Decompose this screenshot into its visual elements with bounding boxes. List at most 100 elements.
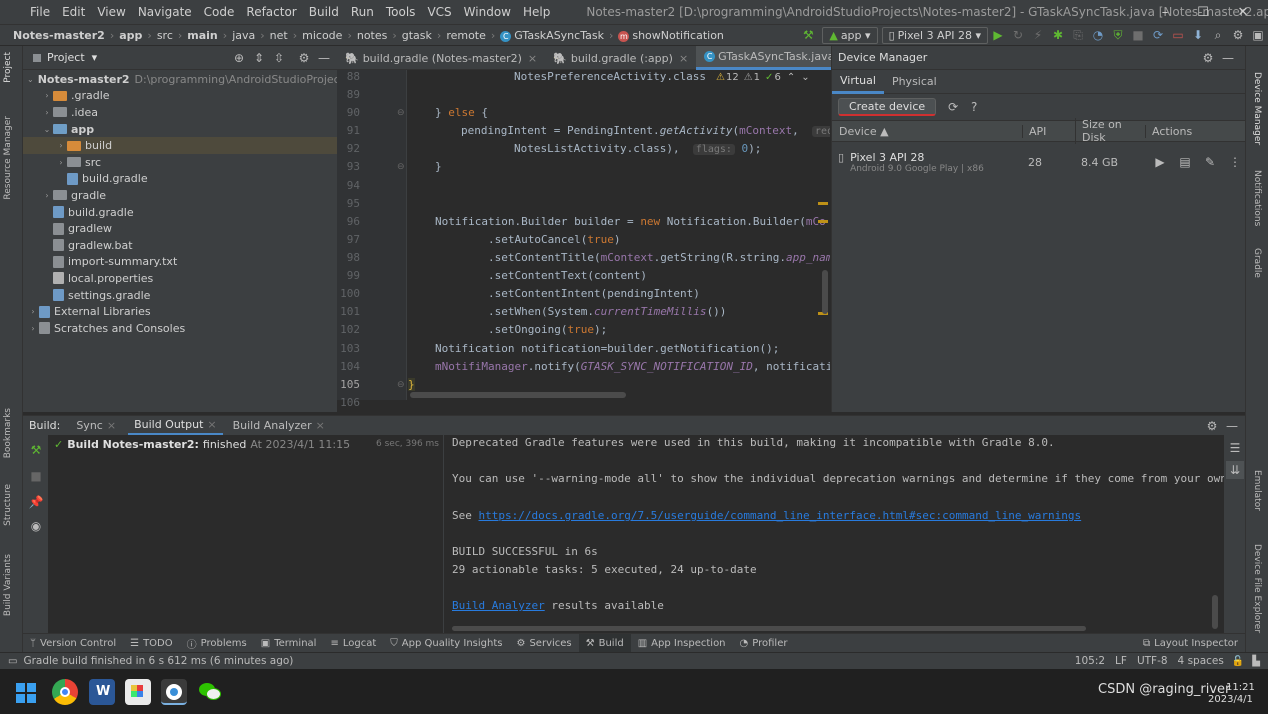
breadcrumb-java[interactable]: java	[229, 29, 258, 42]
soft-wrap-icon[interactable]: ☰	[1226, 439, 1244, 457]
chevron-right-icon[interactable]: ›	[55, 158, 67, 167]
paint-icon[interactable]	[125, 679, 151, 705]
clock-time[interactable]: 11:21	[1226, 682, 1255, 693]
toolwindow-services[interactable]: ⚙ Services	[509, 634, 578, 653]
breadcrumb-main[interactable]: main	[184, 29, 221, 42]
breadcrumb-app[interactable]: app	[116, 29, 145, 42]
stripe-tab-notifications[interactable]: Notifications	[1252, 170, 1262, 226]
horizontal-scrollbar[interactable]	[410, 392, 626, 398]
stop-icon[interactable]: ■	[1129, 26, 1147, 44]
tree-item[interactable]: ⌄ app	[23, 121, 337, 138]
clock-date[interactable]: 2023/4/1	[1208, 694, 1253, 705]
col-api[interactable]: API	[1022, 124, 1075, 138]
next-highlight-icon[interactable]: ⌄	[801, 72, 809, 83]
rerun-icon[interactable]: ↻	[1009, 26, 1027, 44]
toolwindow-layout-inspector[interactable]: ⧉ Layout Inspector	[1136, 634, 1245, 653]
memory-indicator-icon[interactable]: ▙	[1252, 656, 1260, 667]
word-icon[interactable]: W	[89, 679, 115, 705]
toolwindow-version-control[interactable]: ᛘ Version Control	[23, 634, 123, 653]
tree-item[interactable]: › gradle	[23, 187, 337, 204]
device-row[interactable]: ▯ Pixel 3 API 28 Android 9.0 Google Play…	[832, 142, 1245, 182]
status-message[interactable]: Gradle build finished in 6 s 612 ms (6 m…	[23, 655, 293, 667]
toolwindow-app-quality[interactable]: ⛉ App Quality Insights	[383, 634, 509, 653]
fold-icon[interactable]: ⊖	[397, 162, 405, 172]
menu-help[interactable]: Help	[517, 5, 556, 19]
tab-build-output[interactable]: Build Output ×	[128, 416, 223, 436]
vertical-scrollbar[interactable]	[822, 270, 828, 314]
stripe-tab-bookmarks[interactable]: Bookmarks	[3, 408, 13, 458]
tree-item[interactable]: › .gradle	[23, 88, 337, 105]
stripe-tab-device-file-explorer[interactable]: Device File Explorer	[1252, 544, 1262, 633]
tree-item[interactable]: gradlew.bat	[23, 237, 337, 254]
edit-icon[interactable]: ✎	[1201, 153, 1219, 171]
tree-item[interactable]: › External Libraries	[23, 303, 337, 320]
breadcrumb-project[interactable]: Notes-master2	[10, 29, 108, 42]
help-icon[interactable]: ?	[965, 98, 983, 116]
menu-vcs[interactable]: VCS	[421, 5, 457, 19]
options-gear-icon[interactable]: ⚙	[295, 49, 313, 67]
tab-sync[interactable]: Sync ×	[76, 419, 116, 432]
stripe-tab-build-variants[interactable]: Build Variants	[3, 554, 13, 616]
tree-item[interactable]: › Scratches and Consoles	[23, 320, 337, 337]
windows-start-icon[interactable]	[16, 683, 36, 703]
horizontal-scrollbar[interactable]	[452, 626, 1086, 631]
chevron-right-icon[interactable]: ›	[41, 91, 53, 100]
chevron-right-icon[interactable]: ›	[41, 191, 53, 200]
menu-code[interactable]: Code	[198, 5, 241, 19]
chevron-right-icon[interactable]: ›	[27, 324, 39, 333]
tree-item[interactable]: import-summary.txt	[23, 254, 337, 271]
hammer-icon[interactable]: ⚒	[27, 441, 45, 459]
debug-icon[interactable]: ✱	[1049, 26, 1067, 44]
breadcrumb-class[interactable]: C GTaskASyncTask	[497, 29, 607, 42]
menu-tools[interactable]: Tools	[380, 5, 422, 19]
tree-item[interactable]: gradlew	[23, 220, 337, 237]
eye-icon[interactable]: ◉	[27, 517, 45, 535]
breadcrumb-gtask[interactable]: gtask	[399, 29, 435, 42]
status-panel-icon[interactable]: ▭	[8, 656, 17, 667]
col-actions[interactable]: Actions	[1145, 124, 1245, 138]
menu-window[interactable]: Window	[458, 5, 517, 19]
toolwindow-problems[interactable]: ⓘ Problems	[180, 634, 254, 653]
tree-item[interactable]: build.gradle	[23, 171, 337, 188]
tree-item[interactable]: › build	[23, 137, 337, 154]
stop-icon[interactable]: ■	[27, 467, 45, 485]
close-icon[interactable]: ×	[207, 418, 216, 431]
error-stripe-marker[interactable]	[818, 202, 828, 205]
build-analyzer-link[interactable]: Build Analyzer	[452, 599, 545, 612]
create-device-button[interactable]: Create device	[838, 98, 937, 116]
profile-icon[interactable]: ◔	[1089, 26, 1107, 44]
inspection-widget[interactable]: ⚠ 12 ⚠ 1 ✓ 6 ⌃ ⌄	[716, 72, 810, 83]
breadcrumb-remote[interactable]: remote	[443, 29, 489, 42]
folder-icon[interactable]: ▤	[1176, 153, 1194, 171]
gear-icon[interactable]: ⚙	[1203, 417, 1221, 435]
menu-navigate[interactable]: Navigate	[132, 5, 198, 19]
stripe-tab-project[interactable]: Project	[3, 52, 13, 83]
menu-run[interactable]: Run	[345, 5, 380, 19]
account-icon[interactable]: ▣	[1249, 26, 1267, 44]
breadcrumb-method[interactable]: m showNotification	[615, 29, 727, 42]
stripe-tab-emulator[interactable]: Emulator	[1252, 470, 1262, 511]
pin-icon[interactable]: 📌	[27, 493, 45, 511]
tab-virtual[interactable]: Virtual	[832, 70, 884, 94]
device-manager-toolbar-icon[interactable]: ▭	[1169, 26, 1187, 44]
error-stripe-marker[interactable]	[818, 220, 828, 223]
toolwindow-todo[interactable]: ☰ TODO	[123, 634, 180, 653]
fold-icon[interactable]: ⊖	[397, 108, 405, 118]
close-button[interactable]: ✕	[1220, 0, 1266, 24]
tree-item[interactable]: local.properties	[23, 270, 337, 287]
run-icon[interactable]: ▶	[989, 26, 1007, 44]
col-size[interactable]: Size on Disk	[1075, 118, 1145, 144]
caret-position[interactable]: 105:2	[1075, 655, 1105, 667]
android-studio-taskbar-icon[interactable]	[161, 679, 187, 705]
stripe-tab-resource-manager[interactable]: Resource Manager	[3, 116, 13, 200]
menu-edit[interactable]: Edit	[56, 5, 91, 19]
search-icon[interactable]: ⌕	[1209, 26, 1227, 44]
menu-refactor[interactable]: Refactor	[240, 5, 302, 19]
tab-build-analyzer[interactable]: Build Analyzer ×	[233, 419, 325, 432]
vertical-scrollbar[interactable]	[1212, 595, 1218, 629]
gradle-docs-link[interactable]: https://docs.gradle.org/7.5/userguide/co…	[479, 509, 1082, 522]
hide-panel-icon[interactable]: —	[1223, 417, 1241, 435]
chevron-right-icon[interactable]: ›	[27, 307, 39, 316]
stripe-tab-gradle[interactable]: Gradle	[1252, 248, 1262, 278]
close-tab-icon[interactable]: ×	[679, 52, 688, 65]
